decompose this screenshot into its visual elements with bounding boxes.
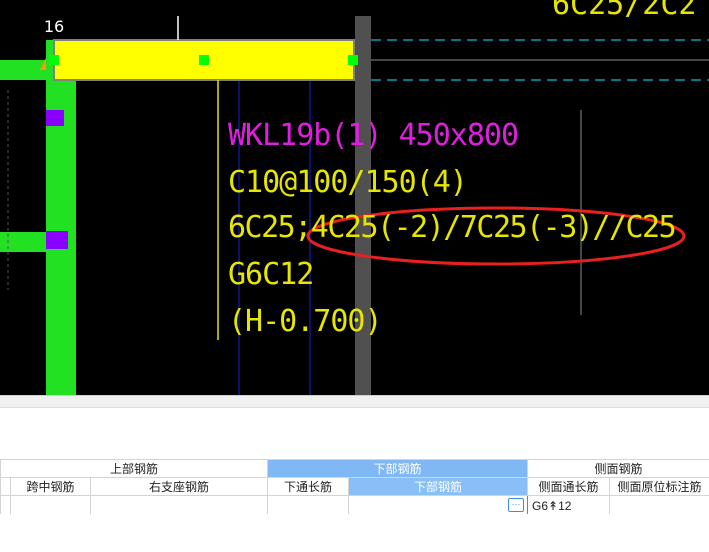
beam-element-left[interactable] — [0, 60, 46, 80]
table-column-header-row: 跨中钢筋 右支座钢筋 下通长筋 下部钢筋 侧面通长筋 侧面原位标注筋 — [0, 477, 709, 496]
table-cell-right-support[interactable] — [90, 495, 268, 516]
beam-element-left-2[interactable] — [0, 232, 46, 252]
table-cell-mid-span[interactable] — [10, 495, 91, 516]
toolbar-area — [0, 407, 709, 460]
top-rebar-text: 6C25/2C2 — [552, 0, 697, 22]
grip-point[interactable] — [348, 55, 358, 65]
side-rebar-text[interactable]: G6C12 — [228, 257, 314, 292]
table-cell-bottom-through[interactable] — [267, 495, 349, 516]
cad-canvas[interactable]: 16 6C25/2C2 WKL19b(1) 450x800 C10@100/15… — [0, 0, 709, 395]
elevation-text[interactable]: (H-0.700) — [228, 304, 383, 339]
column-header-bottom-rebar[interactable]: 下部钢筋 — [347, 477, 529, 496]
column-element[interactable] — [46, 40, 76, 395]
empty-area — [0, 514, 709, 552]
table-cell-bottom-rebar-editing[interactable]: ··· — [347, 495, 529, 516]
column-header-bottom-through[interactable]: 下通长筋 — [267, 477, 349, 496]
column-header-side-through[interactable]: 侧面通长筋 — [527, 477, 611, 496]
table-cell-side-through[interactable]: G6↟12 — [527, 495, 611, 516]
group-header-top-rebar: 上部钢筋 — [0, 459, 268, 478]
grip-point-purple[interactable] — [46, 110, 64, 126]
table-group-header-row: 上部钢筋 下部钢筋 侧面钢筋 — [0, 459, 709, 478]
column-header-side-original[interactable]: 侧面原位标注筋 — [609, 477, 709, 496]
grip-point-purple[interactable] — [46, 231, 68, 249]
beam-name-text[interactable]: WKL19b(1) 450x800 — [228, 118, 519, 153]
table-cell-side-original[interactable] — [609, 495, 709, 516]
axis-label: 16 — [43, 17, 65, 36]
column-header-mid-span[interactable]: 跨中钢筋 — [10, 477, 91, 496]
group-header-side-rebar: 侧面钢筋 — [527, 459, 709, 478]
grip-point[interactable] — [49, 55, 59, 65]
column-header-right-support[interactable]: 右支座钢筋 — [90, 477, 268, 496]
ellipsis-button[interactable]: ··· — [508, 498, 525, 512]
table-cell[interactable] — [0, 495, 11, 516]
bottom-rebar-text[interactable]: 6C25;4C25(-2)/7C25(-3)//C25 — [228, 210, 677, 245]
stirrup-text[interactable]: C10@100/150(4) — [228, 165, 468, 200]
table-row: ··· G6↟12 — [0, 495, 709, 516]
grip-point[interactable] — [199, 55, 209, 65]
rebar-table: 上部钢筋 下部钢筋 侧面钢筋 跨中钢筋 右支座钢筋 下通长筋 下部钢筋 侧面通长… — [0, 459, 709, 516]
column-header-partial — [0, 477, 11, 496]
group-header-bottom-rebar[interactable]: 下部钢筋 — [266, 459, 529, 478]
